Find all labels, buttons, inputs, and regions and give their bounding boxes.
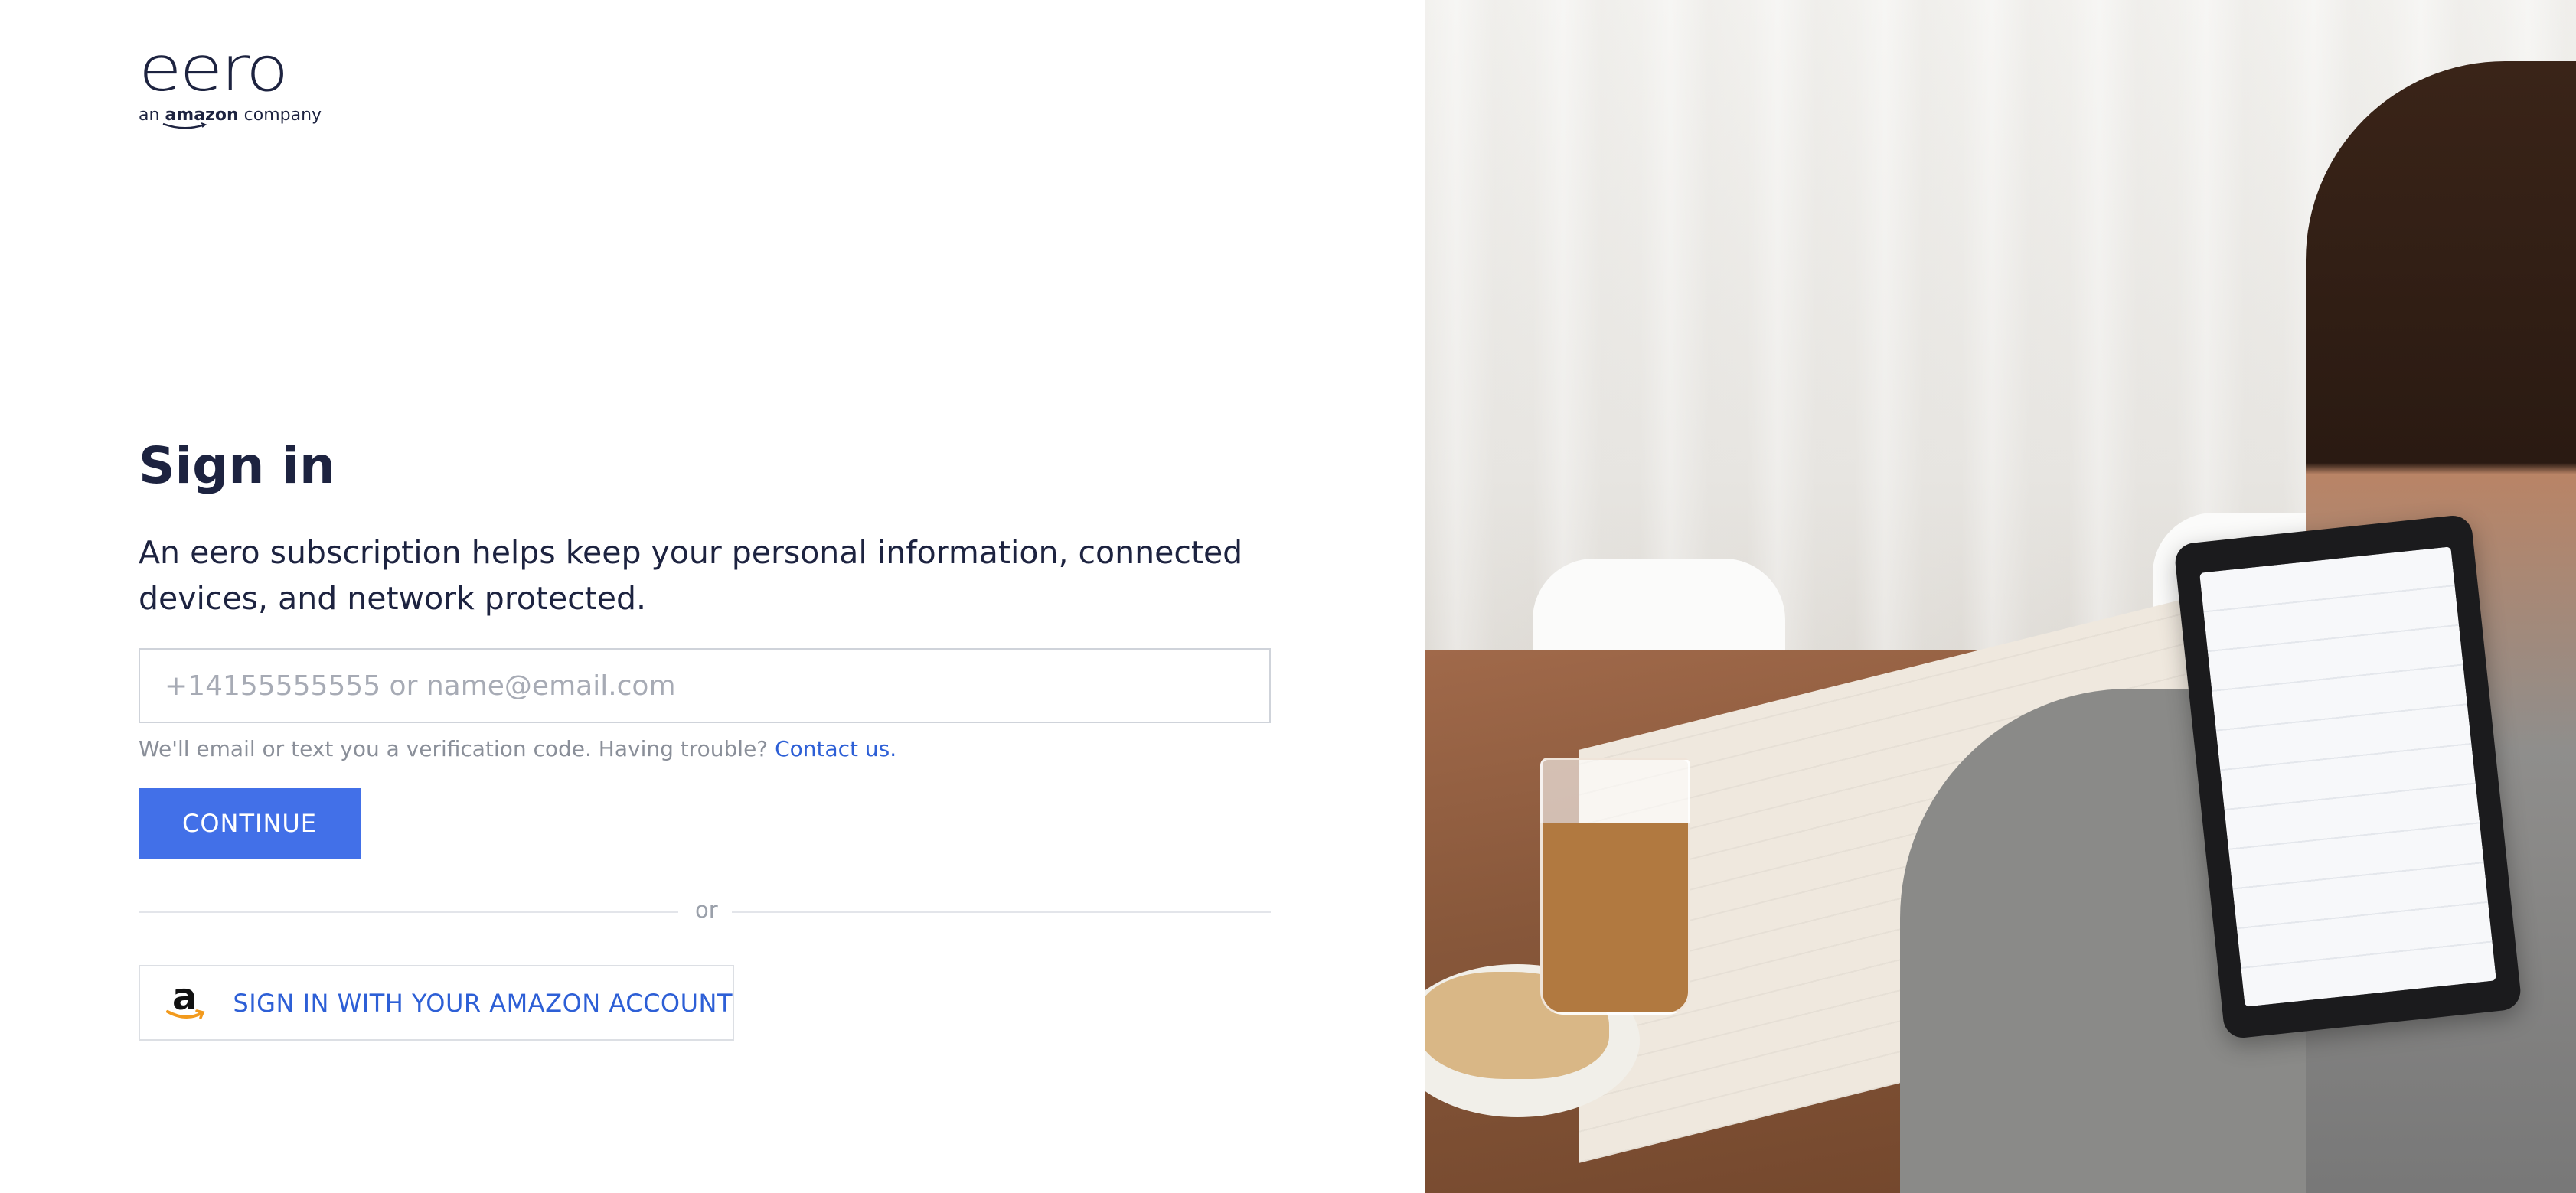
amazon-signin-button[interactable]: a SIGN IN WITH YOUR AMAZON ACCOUNT <box>139 965 734 1041</box>
helper-message: We'll email or text you a verification c… <box>139 736 775 761</box>
divider-left <box>139 911 678 913</box>
photo-coffee-glass <box>1540 758 1690 1015</box>
amazon-logo-icon: a <box>163 976 205 1026</box>
amazon-button-label: SIGN IN WITH YOUR AMAZON ACCOUNT <box>233 988 733 1018</box>
amazon-smile-icon <box>162 122 207 129</box>
divider-right <box>732 911 1271 913</box>
phone-email-input[interactable] <box>139 648 1271 723</box>
tagline-prefix: an <box>139 106 160 125</box>
eero-logo: eero an amazon company <box>139 32 322 129</box>
page-title: Sign in <box>139 436 335 495</box>
continue-button[interactable]: CONTINUE <box>139 788 361 859</box>
photo-tablet <box>2173 513 2522 1040</box>
logo-wordmark: eero <box>139 32 289 106</box>
divider-or: or <box>695 897 718 923</box>
photo-tablet-screen <box>2199 546 2496 1007</box>
tagline-suffix: company <box>243 106 322 125</box>
signin-panel: eero an amazon company Sign in An eero s… <box>0 0 1425 1193</box>
signin-description: An eero subscription helps keep your per… <box>139 534 1243 617</box>
contact-us-link[interactable]: Contact us. <box>775 736 896 761</box>
helper-text: We'll email or text you a verification c… <box>139 736 896 761</box>
logo-tagline: an amazon company <box>139 106 322 129</box>
hero-photo <box>1425 0 2576 1193</box>
